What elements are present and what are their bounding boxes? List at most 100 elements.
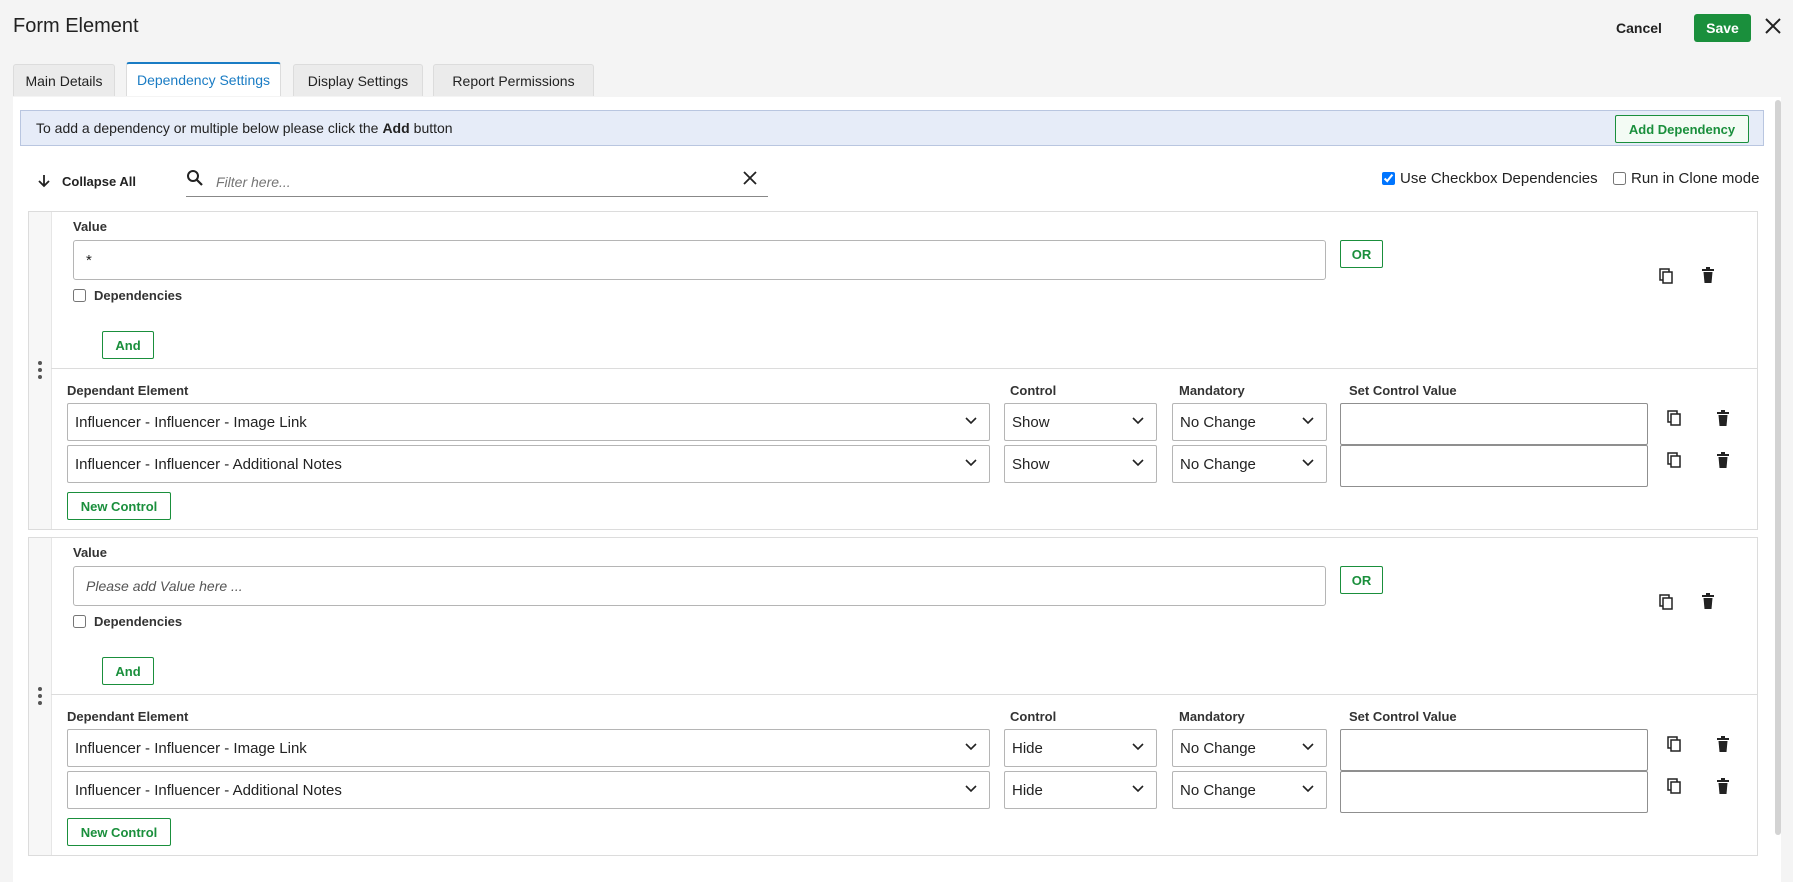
control-select[interactable]: Show <box>1004 403 1157 441</box>
close-icon[interactable] <box>1762 15 1784 37</box>
trash-icon[interactable] <box>1717 410 1729 426</box>
control-value: Hide <box>1012 781 1043 799</box>
control-header: Control <box>1010 709 1057 724</box>
chevron-down-icon <box>1132 417 1144 425</box>
cancel-button[interactable]: Cancel <box>1599 16 1679 40</box>
chevron-down-icon <box>1132 785 1144 793</box>
set-control-value-input[interactable] <box>1340 771 1648 813</box>
drag-handle[interactable] <box>29 538 52 855</box>
or-button[interactable]: OR <box>1340 240 1383 268</box>
chevron-down-icon <box>965 417 977 425</box>
scrollbar[interactable] <box>1775 100 1781 835</box>
mandatory-header: Mandatory <box>1179 383 1245 398</box>
trash-icon[interactable] <box>1717 452 1729 468</box>
mandatory-header: Mandatory <box>1179 709 1245 724</box>
control-value: Show <box>1012 413 1050 431</box>
dependant-element-select[interactable]: Influencer - Influencer - Additional Not… <box>67 445 990 483</box>
page-title: Form Element <box>13 15 139 37</box>
value-label: Value <box>73 219 107 234</box>
tab-report-permissions[interactable]: Report Permissions <box>433 64 594 96</box>
dependencies-label: Dependencies <box>94 614 183 629</box>
control-select[interactable]: Hide <box>1004 771 1157 809</box>
trash-icon[interactable] <box>1717 778 1729 794</box>
dependant-element-header: Dependant Element <box>67 383 189 398</box>
collapse-all-button[interactable]: Collapse All <box>38 171 136 191</box>
dependant-element-value: Influencer - Influencer - Additional Not… <box>75 781 342 799</box>
tab-dependency-settings[interactable]: Dependency Settings <box>126 62 281 96</box>
tab-main-details[interactable]: Main Details <box>13 64 115 96</box>
dependencies-option[interactable]: Dependencies <box>73 288 182 303</box>
copy-icon[interactable] <box>1667 410 1681 426</box>
dependencies-checkbox[interactable] <box>73 615 86 628</box>
drag-handle[interactable] <box>29 212 52 529</box>
tab-display-settings[interactable]: Display Settings <box>293 64 423 96</box>
use-checkbox-dependencies-label: Use Checkbox Dependencies <box>1400 170 1598 187</box>
chevron-down-icon <box>1132 459 1144 467</box>
set-control-value-input[interactable] <box>1340 729 1648 771</box>
and-button[interactable]: And <box>102 657 154 685</box>
dependant-element-select[interactable]: Influencer - Influencer - Additional Not… <box>67 771 990 809</box>
copy-icon[interactable] <box>1667 452 1681 468</box>
set-control-value-input[interactable] <box>1340 445 1648 487</box>
dependant-element-select[interactable]: Influencer - Influencer - Image Link <box>67 729 990 767</box>
run-in-clone-mode-option[interactable]: Run in Clone mode <box>1613 170 1759 187</box>
set-control-value-header: Set Control Value <box>1349 383 1457 398</box>
divider <box>51 694 1757 695</box>
mandatory-value: No Change <box>1180 455 1256 473</box>
dependencies-checkbox[interactable] <box>73 289 86 302</box>
control-select[interactable]: Show <box>1004 445 1157 483</box>
chevron-down-icon <box>1302 785 1314 793</box>
save-button[interactable]: Save <box>1694 14 1751 42</box>
copy-icon[interactable] <box>1667 736 1681 752</box>
chevron-down-icon <box>1302 417 1314 425</box>
mandatory-select[interactable]: No Change <box>1172 403 1327 441</box>
new-control-button[interactable]: New Control <box>67 492 171 520</box>
dependant-element-select[interactable]: Influencer - Influencer - Image Link <box>67 403 990 441</box>
run-in-clone-mode-label: Run in Clone mode <box>1631 170 1760 187</box>
set-control-value-header: Set Control Value <box>1349 709 1457 724</box>
dependencies-option[interactable]: Dependencies <box>73 614 182 629</box>
run-in-clone-mode-checkbox[interactable] <box>1613 172 1626 185</box>
use-checkbox-dependencies-option[interactable]: Use Checkbox Dependencies <box>1382 170 1598 187</box>
or-button[interactable]: OR <box>1340 566 1383 594</box>
info-text-after: button <box>413 120 453 136</box>
mandatory-select[interactable]: No Change <box>1172 445 1327 483</box>
mandatory-select[interactable]: No Change <box>1172 771 1327 809</box>
chevron-down-icon <box>965 459 977 467</box>
dependant-element-value: Influencer - Influencer - Image Link <box>75 739 307 757</box>
dependant-element-header: Dependant Element <box>67 709 189 724</box>
drag-handle-icon <box>38 361 42 379</box>
control-value: Hide <box>1012 739 1043 757</box>
trash-icon[interactable] <box>1702 593 1714 609</box>
dependant-element-value: Influencer - Influencer - Image Link <box>75 413 307 431</box>
dependency-block: Value * OR Dependencies And Dependant El… <box>28 211 1758 530</box>
divider <box>51 368 1757 369</box>
chevron-down-icon <box>1132 743 1144 751</box>
mandatory-select[interactable]: No Change <box>1172 729 1327 767</box>
use-checkbox-dependencies-checkbox[interactable] <box>1382 172 1395 185</box>
copy-icon[interactable] <box>1667 778 1681 794</box>
value-label: Value <box>73 545 107 560</box>
trash-icon[interactable] <box>1702 267 1714 283</box>
copy-icon[interactable] <box>1659 594 1673 610</box>
chevron-down-icon <box>965 785 977 793</box>
add-dependency-button[interactable]: Add Dependency <box>1615 115 1749 143</box>
control-header: Control <box>1010 383 1057 398</box>
value-input[interactable]: * <box>73 240 1326 280</box>
info-text-before: To add a dependency or multiple below pl… <box>36 120 379 136</box>
set-control-value-input[interactable] <box>1340 403 1648 445</box>
dependency-block: Value Please add Value here ... OR Depen… <box>28 537 1758 856</box>
mandatory-value: No Change <box>1180 739 1256 757</box>
trash-icon[interactable] <box>1717 736 1729 752</box>
control-select[interactable]: Hide <box>1004 729 1157 767</box>
dependant-element-value: Influencer - Influencer - Additional Not… <box>75 455 342 473</box>
and-button[interactable]: And <box>102 331 154 359</box>
mandatory-value: No Change <box>1180 781 1256 799</box>
control-value: Show <box>1012 455 1050 473</box>
filter-input[interactable] <box>214 170 718 194</box>
clear-filter-icon[interactable] <box>742 170 758 186</box>
new-control-button[interactable]: New Control <box>67 818 171 846</box>
collapse-all-label: Collapse All <box>62 173 136 189</box>
copy-icon[interactable] <box>1659 268 1673 284</box>
value-input[interactable]: Please add Value here ... <box>73 566 1326 606</box>
